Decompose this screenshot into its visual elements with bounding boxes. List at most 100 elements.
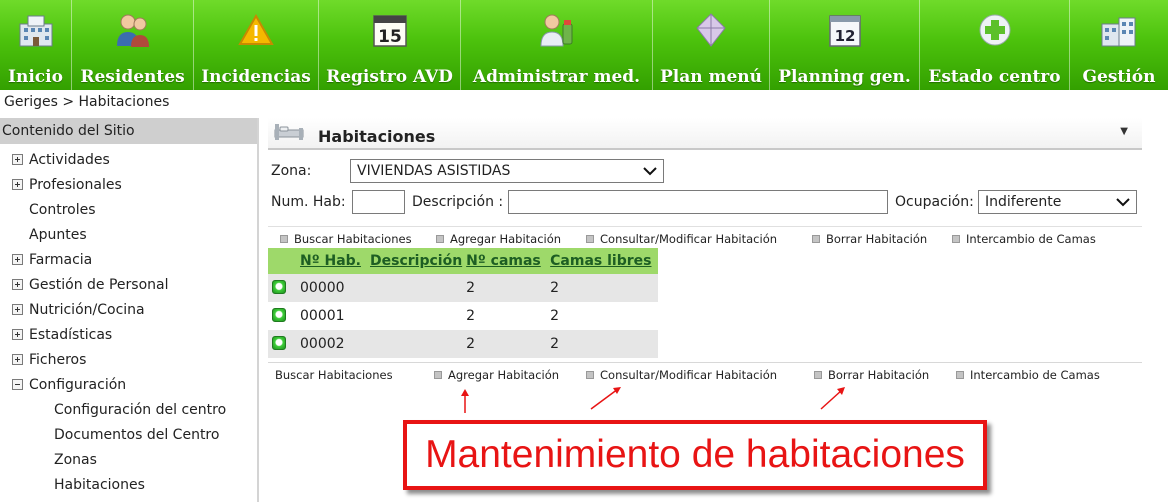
nav-item-administrar-med[interactable]: Administrar med. <box>461 0 653 90</box>
sidebar-item-habitaciones[interactable]: Habitaciones <box>54 477 145 493</box>
action-label: Consultar/Modificar Habitación <box>600 232 778 246</box>
expand-icon[interactable] <box>12 304 23 315</box>
expand-icon[interactable] <box>12 254 23 265</box>
table-row[interactable]: 00000 2 2 <box>268 274 658 302</box>
sidebar-item-configuracion[interactable]: Configuración <box>12 377 126 393</box>
nav-item-inicio[interactable]: Inicio <box>0 0 72 90</box>
action-label: Intercambio de Camas <box>966 232 1096 246</box>
nav-item-plan-menu[interactable]: Plan menú <box>653 0 770 90</box>
sidebar-item-label: Configuración del centro <box>54 402 227 418</box>
rooms-table: Nº Hab. Descripción Nº camas Camas libre… <box>268 248 658 358</box>
ocupacion-label: Ocupación: <box>895 194 974 210</box>
sidebar-item-label: Profesionales <box>29 177 122 193</box>
consultar-modificar-habitacion-button[interactable]: Consultar/Modificar Habitación <box>586 232 777 246</box>
ocupacion-select[interactable]: Indiferente <box>978 190 1137 214</box>
nav-label: Inicio <box>8 67 63 87</box>
page: Inicio Residentes Incidencias 15 Registr… <box>0 0 1168 502</box>
borrar-habitacion-button[interactable]: Borrar Habitación <box>812 232 927 246</box>
column-header-num-camas[interactable]: Nº camas <box>462 248 547 274</box>
bullet-icon <box>434 371 442 379</box>
borrar-habitacion-button[interactable]: Borrar Habitación <box>814 368 929 382</box>
table-row[interactable]: 00001 2 2 <box>268 302 658 330</box>
select-row-icon[interactable] <box>272 280 286 294</box>
expand-icon[interactable] <box>12 354 23 365</box>
cell-num-hab: 00002 <box>296 330 366 358</box>
nav-item-incidencias[interactable]: Incidencias <box>194 0 319 90</box>
column-header-num-hab[interactable]: Nº Hab. <box>296 248 366 274</box>
sidebar-item-nutricion-cocina[interactable]: Nutrición/Cocina <box>12 302 145 318</box>
consultar-modificar-habitacion-button[interactable]: Consultar/Modificar Habitación <box>586 368 777 382</box>
sidebar-item-controles[interactable]: Controles <box>29 202 96 218</box>
action-label: Borrar Habitación <box>826 232 928 246</box>
expand-icon[interactable] <box>12 279 23 290</box>
nav-item-gestion[interactable]: Gestión <box>1070 0 1168 90</box>
arrow-icon <box>590 387 621 410</box>
expand-icon[interactable] <box>12 179 23 190</box>
expand-icon[interactable] <box>12 154 23 165</box>
svg-text:15: 15 <box>378 27 402 47</box>
nav-label: Plan menú <box>659 67 763 87</box>
sidebar-item-farmacia[interactable]: Farmacia <box>12 252 92 268</box>
building-icon <box>19 15 52 47</box>
column-header-camas-libres[interactable]: Camas libres <box>546 248 658 274</box>
nav-item-residentes[interactable]: Residentes <box>72 0 194 90</box>
sidebar-item-actividades[interactable]: Actividades <box>12 152 110 168</box>
cell-camas-libres: 2 <box>546 274 658 302</box>
select-row-icon[interactable] <box>272 308 286 322</box>
top-navigation: Inicio Residentes Incidencias 15 Registr… <box>0 0 1168 90</box>
sidebar-item-label: Ficheros <box>29 352 87 368</box>
sidebar-item-documentos-centro[interactable]: Documentos del Centro <box>54 427 219 443</box>
nav-item-planning-gen[interactable]: 12 Planning gen. <box>770 0 920 90</box>
zona-select[interactable]: VIVIENDAS ASISTIDAS <box>350 159 664 183</box>
sidebar-item-profesionales[interactable]: Profesionales <box>12 177 122 193</box>
sidebar-item-label: Apuntes <box>29 227 87 243</box>
nav-label: Administrar med. <box>472 67 641 87</box>
buscar-habitaciones-button[interactable]: Buscar Habitaciones <box>275 368 393 382</box>
bullet-icon <box>436 235 444 243</box>
svg-text:12: 12 <box>834 27 855 45</box>
cell-camas-libres: 2 <box>546 302 658 330</box>
bullet-icon <box>956 371 964 379</box>
sidebar-item-zonas[interactable]: Zonas <box>54 452 97 468</box>
num-hab-input[interactable] <box>352 190 405 214</box>
buildings-icon <box>1101 17 1136 47</box>
bullet-icon <box>952 235 960 243</box>
buscar-habitaciones-button[interactable]: Buscar Habitaciones <box>280 232 412 246</box>
select-row-icon[interactable] <box>272 336 286 350</box>
num-hab-label: Num. Hab: <box>271 194 346 210</box>
zona-select-value: VIVIENDAS ASISTIDAS <box>357 163 511 179</box>
nav-label: Gestión <box>1082 67 1156 87</box>
actions-toolbar-bottom: Buscar Habitaciones Agregar Habitación C… <box>268 362 1142 384</box>
sidebar-item-ficheros[interactable]: Ficheros <box>12 352 86 368</box>
sidebar-item-apuntes[interactable]: Apuntes <box>29 227 87 243</box>
warning-icon <box>238 13 274 45</box>
nav-item-registro-avd[interactable]: 15 Registro AVD <box>319 0 461 90</box>
nav-item-estado-centro[interactable]: Estado centro <box>920 0 1070 90</box>
zona-label: Zona: <box>271 163 312 179</box>
column-header-descripcion[interactable]: Descripción <box>366 248 463 274</box>
bullet-icon <box>586 371 594 379</box>
nav-label: Estado centro <box>928 67 1061 87</box>
sidebar-item-gestion-personal[interactable]: Gestión de Personal <box>12 277 169 293</box>
expand-icon[interactable] <box>12 329 23 340</box>
intercambio-camas-button[interactable]: Intercambio de Camas <box>952 232 1096 246</box>
descripcion-input[interactable] <box>508 190 888 214</box>
bullet-icon <box>812 235 820 243</box>
action-label: Agregar Habitación <box>448 368 560 382</box>
chevron-down-icon <box>643 167 657 176</box>
cell-num-camas: 2 <box>462 302 547 330</box>
bullet-icon <box>814 371 822 379</box>
bullet-icon <box>280 235 288 243</box>
intercambio-camas-button[interactable]: Intercambio de Camas <box>956 368 1100 382</box>
table-row[interactable]: 00002 2 2 <box>268 330 658 358</box>
sidebar-item-label: Nutrición/Cocina <box>29 302 145 318</box>
ocupacion-select-value: Indiferente <box>985 194 1062 210</box>
agregar-habitacion-button[interactable]: Agregar Habitación <box>436 232 561 246</box>
agregar-habitacion-button[interactable]: Agregar Habitación <box>434 368 559 382</box>
cell-descripcion <box>366 274 463 302</box>
sidebar-item-configuracion-centro[interactable]: Configuración del centro <box>54 402 226 418</box>
collapse-panel-icon[interactable]: ▼ <box>1120 126 1128 137</box>
row-select-cell <box>268 302 296 330</box>
collapse-icon[interactable] <box>12 379 23 390</box>
sidebar-item-estadisticas[interactable]: Estadísticas <box>12 327 112 343</box>
